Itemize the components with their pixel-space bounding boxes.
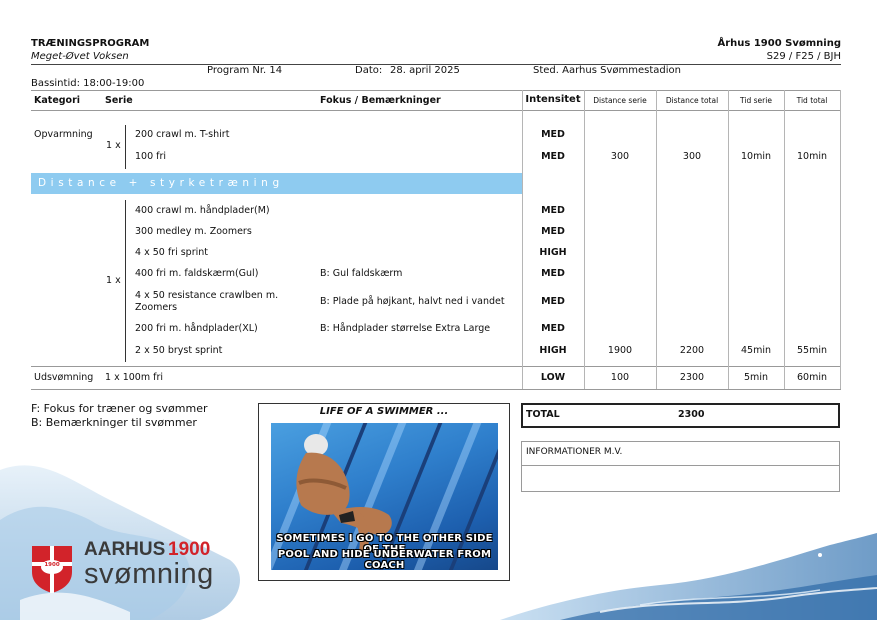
info-label: INFORMATIONER M.V.	[526, 447, 623, 457]
meme-caption-line-2: POOL AND HIDE UNDERWATER FROM COACH	[277, 549, 492, 570]
document-code: S29 / F25 / BJH	[766, 51, 841, 62]
legend-focus: F: Fokus for træner og svømmer	[31, 402, 208, 415]
main-intensity-6: MED	[541, 323, 565, 334]
cooldown-intensity: LOW	[540, 372, 566, 383]
col-header-intensity: Intensitet	[525, 94, 581, 105]
main-intensity-2: MED	[541, 226, 565, 237]
warmup-intensity-1: MED	[541, 129, 565, 140]
location: Sted. Aarhus Svømmestadion	[533, 65, 681, 76]
warmup-time-serie: 10min	[740, 151, 771, 162]
program-number: Program Nr. 14	[207, 65, 283, 76]
main-repeat: 1 x	[106, 275, 121, 286]
main-serie-6: 200 fri m. håndplader(XL)	[135, 323, 258, 334]
col-header-focus: Fokus / Bemærkninger	[320, 95, 441, 106]
cooldown-dist-serie: 100	[610, 372, 630, 383]
total-value: 2300	[678, 409, 705, 420]
main-serie-1: 400 crawl m. håndplader(M)	[135, 205, 270, 216]
main-intensity-3: HIGH	[539, 247, 567, 258]
main-intensity-1: MED	[541, 205, 565, 216]
cooldown-category: Udsvømning	[34, 372, 94, 383]
main-note-5: B: Plade på højkant, halvt ned i vandet	[320, 296, 505, 307]
swimmer-photo: SOMETIMES I GO TO THE OTHER SIDE OF THE …	[271, 423, 498, 570]
main-serie-4: 400 fri m. faldskærm(Gul)	[135, 268, 259, 279]
pool-time: Bassintid: 18:00-19:00	[31, 78, 145, 89]
main-dist-serie: 1900	[607, 345, 633, 356]
main-note-4: B: Gul faldskærm	[320, 268, 403, 279]
club-shield-icon	[32, 546, 72, 593]
col-header-distance-total: Distance total	[665, 96, 719, 105]
document-subtitle: Meget-Øvet Voksen	[31, 51, 129, 62]
document-title: TRÆNINGSPROGRAM	[31, 38, 150, 49]
main-intensity-5: MED	[541, 296, 565, 307]
main-intensity-7: HIGH	[539, 345, 567, 356]
cooldown-dist-total: 2300	[679, 372, 705, 383]
col-header-category: Kategori	[34, 95, 81, 106]
main-serie-5: 4 x 50 resistance crawlben m. Zoomers	[135, 290, 279, 313]
main-time-total: 55min	[796, 345, 827, 356]
main-time-serie: 45min	[740, 345, 771, 356]
warmup-dist-total: 300	[682, 151, 702, 162]
main-serie-3: 4 x 50 fri sprint	[135, 247, 208, 258]
meme-title: LIFE OF A SWIMMER ...	[319, 406, 449, 417]
cooldown-time-total: 60min	[796, 372, 827, 383]
col-header-time-serie: Tid serie	[740, 96, 772, 105]
section-band: Distance + styrketræning	[31, 173, 522, 194]
warmup-repeat: 1 x	[106, 140, 121, 151]
section-title: Distance + styrketræning	[38, 177, 284, 189]
cooldown-serie: 1 x 100m fri	[105, 372, 164, 383]
main-serie-2: 300 medley m. Zoomers	[135, 226, 252, 237]
warmup-serie-1: 200 crawl m. T-shirt	[135, 129, 230, 140]
main-dist-total: 2200	[679, 345, 705, 356]
main-intensity-4: MED	[541, 268, 565, 279]
legend-remarks: B: Bemærkninger til svømmer	[31, 416, 197, 429]
shield-year: 1900	[44, 562, 60, 568]
total-label: TOTAL	[526, 409, 560, 420]
col-header-serie: Serie	[105, 95, 133, 106]
warmup-category: Opvarmning	[34, 129, 93, 140]
col-header-distance-serie: Distance serie	[593, 96, 647, 105]
club-name: Århus 1900 Svømning	[717, 38, 842, 49]
logo-svomning: svømning	[84, 558, 214, 590]
main-serie-7: 2 x 50 bryst sprint	[135, 345, 223, 356]
col-header-time-total: Tid total	[796, 96, 828, 105]
date-value: 28. april 2025	[390, 65, 460, 76]
main-note-6: B: Håndplader størrelse Extra Large	[320, 323, 491, 334]
cooldown-time-serie: 5min	[744, 372, 768, 383]
warmup-dist-serie: 300	[610, 151, 630, 162]
warmup-serie-2: 100 fri	[135, 151, 167, 162]
date-label: Dato:	[355, 65, 383, 76]
warmup-time-total: 10min	[796, 151, 827, 162]
warmup-intensity-2: MED	[541, 151, 565, 162]
